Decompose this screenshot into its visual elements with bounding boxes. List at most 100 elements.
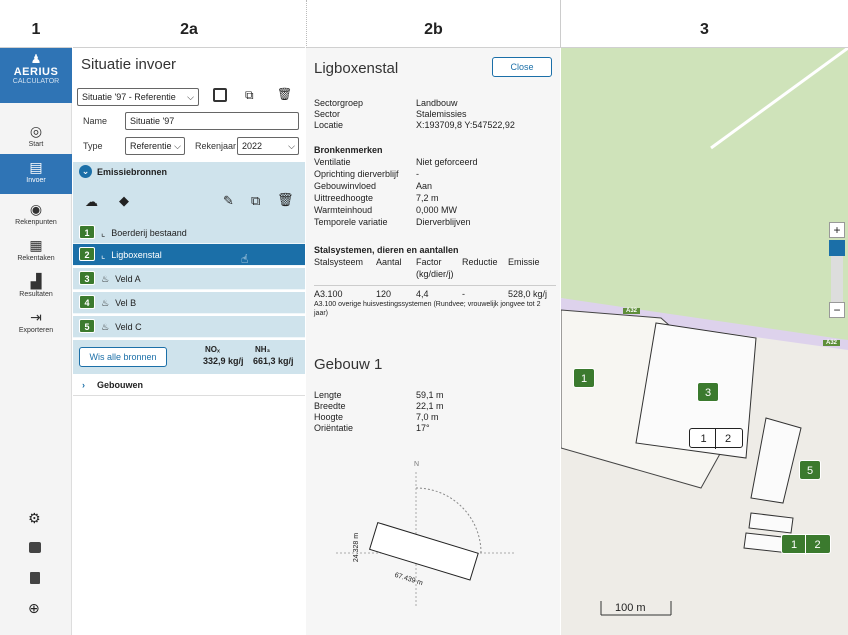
detail-key: Ventilatie [314,157,351,167]
map-scale-label: 100 m [615,602,646,614]
field-icon: ♨ [101,322,110,332]
name-label: Name [83,116,108,126]
stal-col-header: Aantal [376,257,402,267]
detail-row: Ventilatie Niet geforceerd [314,157,554,168]
detail-key: Breedte [314,401,346,411]
detail-row: Oprichting dierverblijf - [314,169,554,180]
emission-sources-header[interactable]: ⌄ Emissiebronnen [73,162,305,182]
detail-row: Hoogte 7,0 m [314,412,554,423]
chevron-down-icon: ⌵ [187,92,194,102]
detail-row: Breedte 22,1 m [314,401,554,412]
detail-value: Stalemissies [416,109,467,119]
source-number-badge: 1 [79,225,95,239]
detail-value: - [416,169,419,179]
nav-resultaten[interactable]: ▟ Resultaten [0,268,72,306]
source-label: Veld A [115,274,141,284]
buildings-header[interactable]: › Gebouwen [73,374,305,396]
left-navigation: ♟ AERIUS CALCULATOR ◎ Start ▤ Invoer ◉ Reke… [0,48,72,635]
delete-icon[interactable]: 🗑 [277,192,294,208]
source-row[interactable]: 1 ⌞ Boerderij bestaand [73,222,305,244]
map-source-marker[interactable]: 3 [697,382,719,402]
detail-key: Locatie [314,120,344,130]
add-source-icon[interactable]: ☁ [85,194,98,210]
source-row[interactable]: 3 ♨ Veld A [73,268,305,290]
panel-title: Situatie invoer [81,56,177,73]
nav-rekentaken-label: Rekentaken [17,255,55,262]
detail-value: 0,000 MW [416,205,458,215]
stal-col-header: Reductie [462,257,498,267]
app-logo[interactable]: ♟ AERIUS CALCULATOR [0,48,72,103]
totals-bar: Wis alle bronnen NOₓ 332,9 kg/j NH₃ 661,… [73,340,305,374]
buildings-label: Gebouwen [97,380,144,390]
calculator-icon: ▦ [29,237,43,253]
chevron-down-icon: ⌵ [288,141,295,151]
detail-value: 22,1 m [416,401,444,411]
detail-value: 7,0 m [416,412,439,422]
column-header-2b: 2b [306,0,560,48]
zoom-in-button[interactable]: + [829,222,845,238]
source-row-selected[interactable]: 2 ⌞ Ligboxenstal ☝ [73,244,305,266]
road-label: A32 [623,308,641,314]
nav-resultaten-label: Resultaten [19,291,53,298]
close-button[interactable]: Close [492,57,552,77]
map-source-marker[interactable]: 5 [799,460,821,480]
marker-number: 2 [814,539,821,551]
stal-header-row: Stalsysteem Aantal Factor Reductie Emiss… [314,257,554,268]
field-icon: ♨ [101,298,110,308]
barn-icon: ⌞ [101,228,106,238]
nav-exporteren[interactable]: ⇥ Exporteren [0,304,72,342]
terminal-icon[interactable] [29,542,41,553]
situation-select[interactable]: Situatie '97 - Referentie ⌵ [77,88,199,106]
globe-icon[interactable]: ⊕ [28,600,40,617]
source-number-badge: 3 [79,271,95,285]
detail-key: Lengte [314,390,342,400]
column-header-3: 3 [560,0,848,48]
nav-invoer[interactable]: ▤ Invoer [0,154,72,194]
detail-value: Niet geforceerd [416,157,478,167]
detail-key: Uittreedhoogte [314,193,374,203]
zoom-out-button[interactable]: − [829,302,845,318]
copy-situation-icon[interactable]: ⧉ [245,88,254,103]
detail-value: Dierverblijven [416,217,471,227]
map-source-marker[interactable]: 1 [573,368,595,388]
book-icon[interactable] [30,572,40,584]
situation-select-value: Situatie '97 - Referentie [82,92,176,102]
source-row[interactable]: 5 ♨ Veld C [73,316,305,338]
nav-rekenpunten[interactable]: ◉ Rekenpunten [0,196,72,234]
nav-rekenpunten-label: Rekenpunten [15,219,57,226]
source-row[interactable]: 4 ♨ Vel B [73,292,305,314]
source-label: Vel B [115,298,137,308]
name-field[interactable]: Situatie '97 [125,112,299,130]
zoom-slider-handle[interactable] [829,240,845,256]
map-multi-marker-green[interactable]: 12 [781,534,831,555]
type-select[interactable]: Referentie ⌵ [125,137,185,155]
detail-row: Lengte 59,1 m [314,390,554,401]
target-icon: ◎ [29,123,43,139]
tag-icon[interactable]: ◆ [119,193,129,209]
stal-note: A3.100 overige huisvestingssystemen (Run… [314,301,541,317]
nav-start[interactable]: ◎ Start [0,118,72,156]
stal-cell: 4,4 [416,289,429,299]
year-select-value: 2022 [242,141,263,151]
settings-gear-icon[interactable]: ⚙ [28,510,41,527]
nav-start-label: Start [28,141,44,148]
nav-rekentaken[interactable]: ▦ Rekentaken [0,232,72,270]
source-number-badge: 4 [79,295,95,309]
edit-icon[interactable]: ✎ [223,193,234,209]
map-view[interactable]: A32 A32 + − 1 3 5 12 12 100 m [561,48,848,635]
year-select[interactable]: 2022 ⌵ [237,137,299,155]
add-situation-icon[interactable] [213,88,227,102]
map-multi-marker[interactable]: 12 [689,428,743,449]
chevron-down-icon: ⌵ [174,141,181,151]
nav-invoer-label: Invoer [26,177,46,184]
copy-icon[interactable]: ⧉ [251,193,260,209]
stal-unit: (kg/dier/j) [416,269,454,279]
detail-row: Sector Stalemissies [314,109,554,120]
detail-value: X:193709,8 Y:547522,92 [416,120,515,130]
source-number-badge: 5 [79,319,95,333]
clear-sources-button[interactable]: Wis alle bronnen [79,347,167,367]
delete-situation-icon[interactable]: 🗑 [277,87,292,101]
marker-number: 1 [692,429,716,449]
zoom-slider-track[interactable] [831,256,843,302]
detail-value: Landbouw [416,98,458,108]
